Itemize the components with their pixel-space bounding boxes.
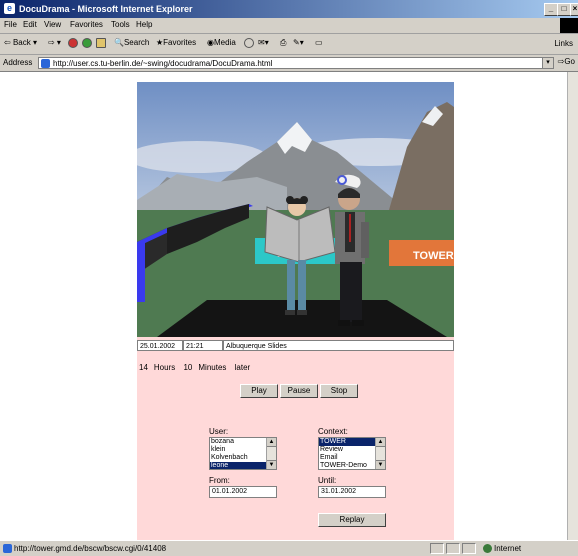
discuss-button[interactable]: ▭ [315, 38, 323, 47]
media-button[interactable]: ◉Media [207, 38, 236, 47]
status-cell [430, 543, 444, 554]
mail-button[interactable]: ✉▾ [258, 38, 269, 47]
from-date-field[interactable]: 01.01.2002 [209, 486, 277, 498]
user-listbox[interactable]: bozana klein Kolvenbach leone ▲ ▼ [209, 437, 277, 470]
window-title-bar: e DocuDrama - Microsoft Internet Explore… [0, 0, 578, 18]
print-button[interactable]: ⎙ [280, 38, 286, 48]
play-button[interactable]: Play [240, 384, 278, 398]
page-icon [3, 544, 12, 553]
internet-explorer-icon: e [4, 3, 15, 14]
address-label: Address [3, 58, 33, 67]
status-bar: http://tower.gmd.de/bscw/bscw.cgi/0/4140… [0, 540, 578, 556]
minimize-button[interactable]: _ [544, 3, 558, 16]
pause-button[interactable]: Pause [280, 384, 318, 398]
scroll-up-icon[interactable]: ▲ [267, 438, 276, 447]
menu-help[interactable]: Help [136, 20, 152, 29]
security-zone-label: Internet [494, 544, 522, 553]
forward-button[interactable]: ⇨ ▾ [48, 38, 61, 47]
window-title: DocuDrama - Microsoft Internet Explorer [19, 4, 193, 14]
menu-favorites[interactable]: Favorites [70, 20, 103, 29]
event-document-field: Albuquerque Slides [223, 340, 454, 351]
menu-file[interactable]: File [4, 20, 17, 29]
page-icon [41, 59, 50, 68]
user-label: User: [209, 427, 229, 436]
address-dropdown-icon[interactable]: ▾ [542, 58, 553, 68]
edit-button[interactable]: ✎▾ [293, 38, 304, 47]
maximize-button[interactable]: □ [557, 3, 571, 16]
minutes-label: Minutes [198, 363, 227, 372]
context-label: Context: [318, 427, 348, 436]
event-time-field: 21:21 [183, 340, 223, 351]
until-date-field[interactable]: 31.01.2002 [318, 486, 386, 498]
toolbar: ⇦ Back ▾ ⇨ ▾ 🔍Search ★Favorites ◉Media ✉… [0, 34, 578, 55]
stop-icon[interactable] [68, 38, 78, 48]
go-button[interactable]: ⇨Go [558, 57, 575, 66]
history-icon[interactable] [244, 38, 254, 48]
event-date-field: 25.01.2002 [137, 340, 183, 351]
menu-edit[interactable]: Edit [23, 20, 37, 29]
time-offset-text: 14 Hours 10 Minutes later [139, 363, 256, 372]
scroll-down-icon[interactable]: ▼ [376, 460, 385, 469]
home-icon[interactable] [96, 38, 106, 48]
stop-button[interactable]: Stop [320, 384, 358, 398]
context-list-scrollbar[interactable]: ▲ ▼ [375, 438, 385, 469]
internet-zone-icon [483, 544, 492, 553]
address-url: http://user.cs.tu-berlin.de/~swing/docud… [53, 59, 273, 68]
windows-logo-icon [560, 18, 578, 33]
hours-value: 14 [139, 363, 148, 372]
menu-view[interactable]: View [44, 20, 61, 29]
refresh-icon[interactable] [82, 38, 92, 48]
until-label: Until: [318, 476, 337, 485]
minutes-value: 10 [183, 363, 193, 372]
virtual-world-scene[interactable]: E TOWER [137, 82, 454, 337]
menu-tools[interactable]: Tools [111, 20, 130, 29]
menu-bar: File Edit View Favorites Tools Help [0, 18, 578, 34]
address-bar: Address http://user.cs.tu-berlin.de/~swi… [0, 55, 578, 72]
favorites-button[interactable]: ★Favorites [156, 38, 196, 47]
time-relation: later [234, 363, 251, 372]
address-input[interactable]: http://user.cs.tu-berlin.de/~swing/docud… [38, 57, 554, 69]
hours-label: Hours [153, 363, 176, 372]
user-list-scrollbar[interactable]: ▲ ▼ [266, 438, 276, 469]
replay-button[interactable]: Replay [318, 513, 386, 527]
links-button[interactable]: Links [554, 39, 573, 48]
scene-graphic: E TOWER [137, 82, 454, 337]
event-info-row: 25.01.2002 21:21 Albuquerque Slides [137, 340, 454, 352]
close-button[interactable]: × [570, 3, 578, 16]
status-cell [462, 543, 476, 554]
from-label: From: [209, 476, 230, 485]
scroll-up-icon[interactable]: ▲ [376, 438, 385, 447]
status-url: http://tower.gmd.de/bscw/bscw.cgi/0/4140… [14, 544, 167, 553]
context-listbox[interactable]: TOWER Review Email TOWER-Demo ▲ ▼ [318, 437, 386, 470]
vertical-scrollbar[interactable] [567, 72, 578, 540]
back-button[interactable]: ⇦ Back ▾ [4, 38, 37, 47]
status-cell [446, 543, 460, 554]
billboard-tower-text: TOWER [413, 250, 454, 262]
search-button[interactable]: 🔍Search [114, 38, 149, 47]
scroll-down-icon[interactable]: ▼ [267, 460, 276, 469]
